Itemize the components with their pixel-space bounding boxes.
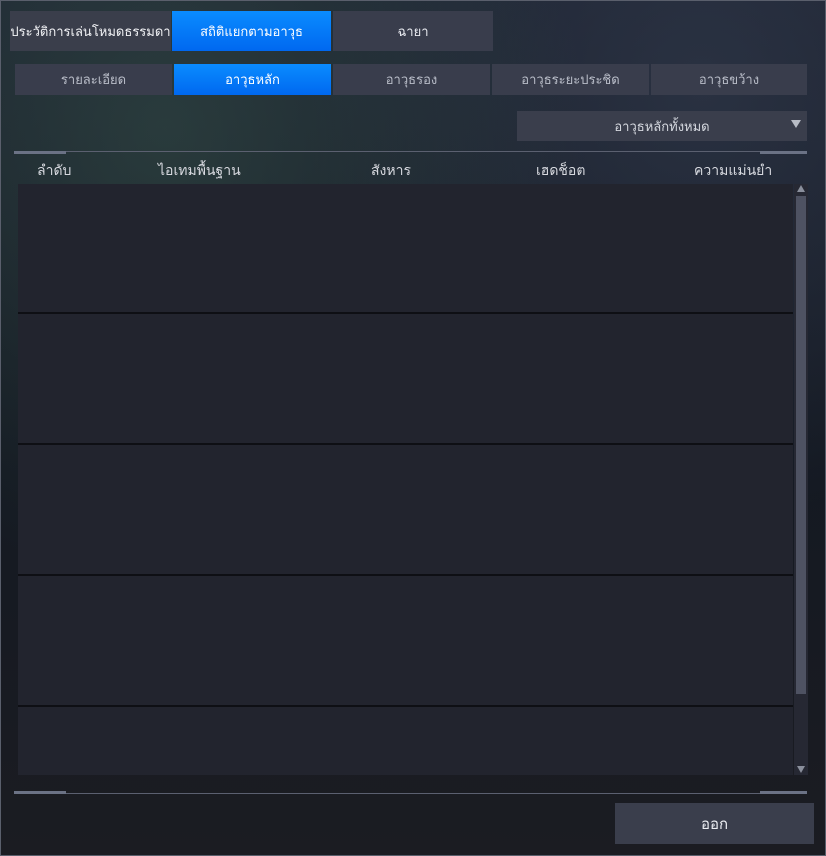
scroll-up-arrow-icon[interactable] — [797, 185, 805, 192]
table-top-accent-right — [760, 151, 807, 154]
table-top-accent-left — [14, 151, 66, 154]
table-row[interactable] — [18, 708, 793, 775]
table-top-divider — [14, 151, 807, 152]
subtab-primary-weapon[interactable]: อาวุธหลัก — [174, 64, 331, 95]
table-bottom-divider — [14, 793, 807, 794]
scroll-down-arrow-icon[interactable] — [797, 766, 805, 773]
weapon-filter-value: อาวุธหลักทั้งหมด — [614, 119, 710, 135]
dropdown-arrow-icon — [791, 120, 801, 128]
tab-weapon-stats[interactable]: สถิติแยกตามอาวุธ — [172, 11, 331, 51]
subtab-details[interactable]: รายละเอียด — [15, 64, 172, 95]
table-row[interactable] — [18, 184, 793, 314]
table-row[interactable] — [18, 315, 793, 445]
subtab-secondary-weapon[interactable]: อาวุธรอง — [333, 64, 490, 95]
column-header-base-item: ไอเทมพื้นฐาน — [158, 163, 241, 179]
column-header-kills: สังหาร — [371, 163, 411, 179]
table-bottom-accent-right — [760, 791, 807, 794]
column-header-accuracy: ความแม่นยำ — [694, 163, 773, 179]
table-scrollbar[interactable] — [794, 184, 808, 775]
exit-button[interactable]: ออก — [615, 803, 814, 844]
scrollbar-thumb[interactable] — [796, 196, 806, 694]
mode-label: ประวัติการเล่นโหมดธรรมดา — [10, 11, 171, 51]
table-bottom-accent-left — [14, 791, 66, 794]
subtab-throwing-weapon[interactable]: อาวุธขว้าง — [651, 64, 807, 95]
weapon-filter-dropdown[interactable]: อาวุธหลักทั้งหมด — [517, 111, 807, 141]
weapon-stats-table — [18, 184, 793, 775]
column-header-rank: ลำดับ — [37, 163, 72, 179]
table-row[interactable] — [18, 577, 793, 707]
subtab-melee-weapon[interactable]: อาวุธระยะประชิด — [492, 64, 649, 95]
tab-titles[interactable]: ฉายา — [333, 11, 493, 51]
table-row[interactable] — [18, 446, 793, 576]
column-header-headshots: เฮดช็อต — [536, 163, 586, 179]
